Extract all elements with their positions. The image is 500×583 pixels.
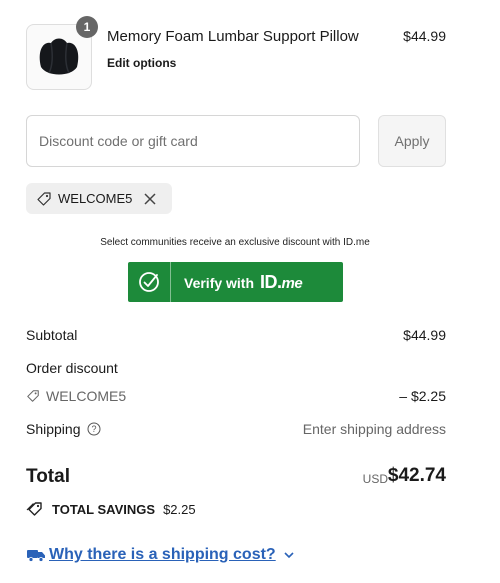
subtotal-value: $44.99 <box>403 327 446 343</box>
discount-code-row: WELCOME5 <box>26 388 126 404</box>
truck-icon <box>27 550 45 562</box>
subtotal-label: Subtotal <box>26 327 78 343</box>
close-icon <box>144 192 156 205</box>
shipping-cost-link-label: Why there is a shipping cost? <box>49 546 276 563</box>
shipping-label: Shipping <box>26 421 81 437</box>
shipping-value: Enter shipping address <box>302 421 446 437</box>
total-label: Total <box>26 466 70 487</box>
discount-code-text: WELCOME5 <box>46 388 127 404</box>
applied-discount-chip: WELCOME5 <box>26 183 173 214</box>
total-value: $42.74 <box>387 465 446 486</box>
idme-notice: Select communities receive an exclusive … <box>100 237 370 248</box>
tag-icon <box>27 390 39 402</box>
verify-label: Verify with <box>184 274 255 291</box>
total-savings: TOTAL SAVINGS $2.25 <box>26 501 196 517</box>
tag-icon <box>37 191 51 206</box>
help-circle-icon[interactable]: ? <box>87 422 101 436</box>
edit-options-link[interactable]: Edit options <box>107 56 176 70</box>
check-circle-icon <box>128 262 171 302</box>
shipping-row: Shipping ? <box>26 421 101 437</box>
total-currency: USD <box>362 472 388 486</box>
product-price: $44.99 <box>403 28 446 44</box>
discount-amount: – $2.25 <box>399 388 446 404</box>
chevron-down-icon <box>284 551 294 559</box>
shipping-cost-link[interactable]: Why there is a shipping cost? <box>26 546 294 564</box>
product-name: Memory Foam Lumbar Support Pillow <box>107 28 359 45</box>
applied-discount-code: WELCOME5 <box>58 191 133 206</box>
total-savings-value: $2.25 <box>163 501 196 517</box>
remove-discount-button[interactable] <box>144 192 162 205</box>
discount-code-input[interactable]: Discount code or gift card <box>26 115 360 167</box>
tags-icon <box>26 502 42 516</box>
idme-logo: ID.me <box>260 271 303 293</box>
quantity-badge: 1 <box>76 16 98 38</box>
total-savings-label: TOTAL SAVINGS <box>52 501 156 517</box>
idme-logo-id: ID. <box>260 271 282 292</box>
svg-text:?: ? <box>91 424 96 434</box>
verify-with-idme-button[interactable]: Verify with ID.me <box>128 262 343 302</box>
apply-button[interactable]: Apply <box>378 115 446 167</box>
discount-placeholder: Discount code or gift card <box>39 133 198 149</box>
idme-logo-me: me <box>281 274 303 292</box>
order-discount-label: Order discount <box>26 360 118 376</box>
